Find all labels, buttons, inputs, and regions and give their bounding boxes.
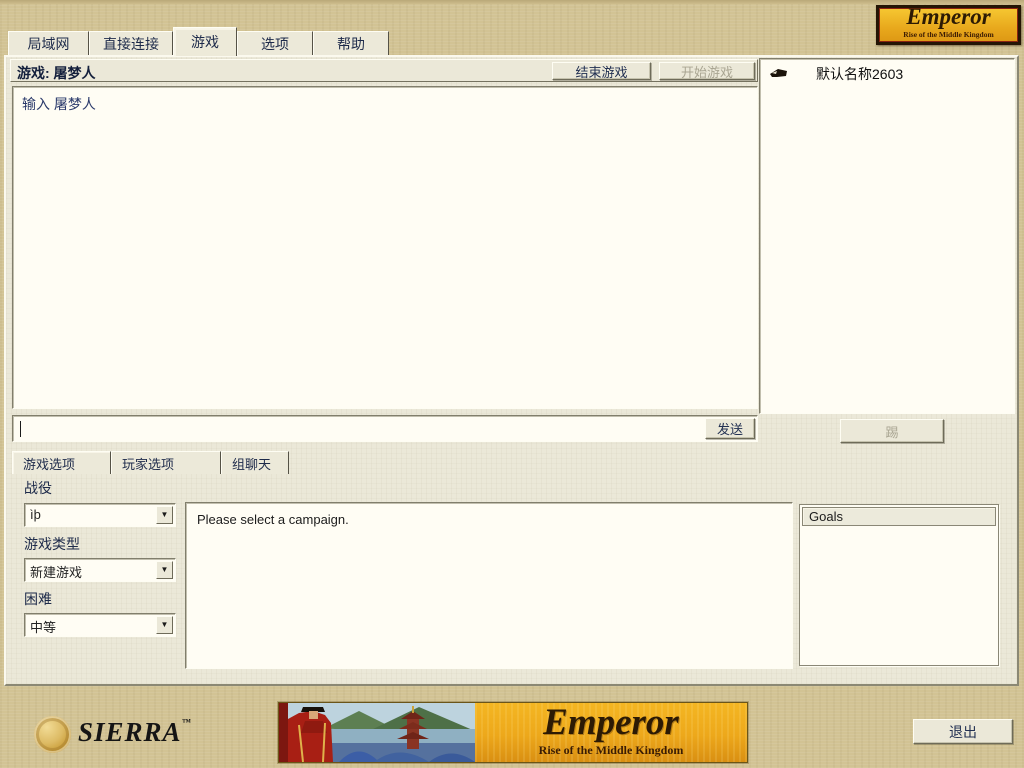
send-button-label: 发送 — [716, 422, 743, 437]
player-hand-icon — [770, 69, 787, 77]
sierra-seal-icon — [34, 716, 71, 753]
chat-input[interactable] — [12, 415, 758, 442]
campaign-description-text: Please select a campaign. — [197, 512, 349, 527]
sierra-logo: SIERRA™ — [30, 710, 280, 758]
subtab-group-chat-label: 组聊天 — [232, 456, 272, 472]
banner-scene-art — [279, 703, 475, 762]
difficulty-select-arrow[interactable]: ▼ — [156, 616, 173, 634]
subtab-game-options-label: 游戏选项 — [23, 456, 76, 472]
exit-button[interactable]: 退出 — [913, 719, 1013, 744]
goals-header: Goals — [802, 507, 996, 526]
end-game-button-label: 结束游戏 — [575, 64, 628, 80]
emperor-logo-subtitle: Rise of the Middle Kingdom — [903, 30, 994, 39]
goals-title: Goals — [809, 509, 843, 524]
player-row[interactable]: 默认名称2603 — [760, 63, 1014, 83]
tab-lan-label: 局域网 — [27, 35, 70, 52]
campaign-select-value: ìþ — [30, 507, 41, 522]
end-game-button[interactable]: 结束游戏 — [552, 62, 651, 80]
sierra-text: SIERRA — [78, 717, 182, 747]
subtab-player-options-label: 玩家选项 — [122, 456, 175, 472]
tab-game-label: 游戏 — [191, 34, 219, 50]
chat-log-line: 输入 屠梦人 — [22, 96, 96, 112]
tab-direct-connect[interactable]: 直接连接 — [89, 31, 173, 55]
game-lobby-panel: 游戏: 屠梦人 结束游戏 开始游戏 输入 屠梦人 默认名称2603 发送 踢 游… — [4, 55, 1019, 686]
campaign-description-box: Please select a campaign. — [185, 502, 793, 669]
campaign-select[interactable]: ìþ ▼ — [24, 503, 176, 527]
tab-direct-connect-label: 直接连接 — [103, 35, 159, 52]
kick-button[interactable]: 踢 — [840, 419, 944, 443]
subtab-game-options[interactable]: 游戏选项 — [12, 451, 111, 474]
game-header-bar: 游戏: 屠梦人 结束游戏 开始游戏 — [10, 59, 758, 82]
window-top-edge — [0, 0, 1024, 4]
chevron-down-icon: ▼ — [160, 565, 169, 574]
player-list: 默认名称2603 — [759, 58, 1015, 414]
subtab-player-options[interactable]: 玩家选项 — [111, 451, 221, 474]
start-game-button[interactable]: 开始游戏 — [659, 62, 755, 80]
chat-log: 输入 屠梦人 — [12, 86, 758, 409]
player-name: 默认名称2603 — [816, 66, 904, 82]
tab-game[interactable]: 游戏 — [173, 27, 237, 56]
banner-title: Emperor — [543, 702, 679, 743]
chevron-down-icon: ▼ — [160, 510, 169, 519]
game-type-select-arrow[interactable]: ▼ — [156, 561, 173, 579]
tab-lan[interactable]: 局域网 — [8, 31, 89, 55]
banner-subtitle: Rise of the Middle Kingdom — [538, 743, 684, 757]
text-caret — [20, 421, 21, 437]
exit-button-label: 退出 — [949, 723, 977, 740]
difficulty-select[interactable]: 中等 ▼ — [24, 613, 176, 637]
emperor-logo: Emperor Rise of the Middle Kingdom — [876, 4, 1021, 45]
campaign-select-arrow[interactable]: ▼ — [156, 506, 173, 524]
chevron-down-icon: ▼ — [160, 620, 169, 629]
tab-options[interactable]: 选项 — [237, 31, 313, 55]
send-button[interactable]: 发送 — [705, 418, 755, 439]
goals-body — [802, 528, 996, 663]
start-game-button-label: 开始游戏 — [680, 64, 733, 80]
tab-help[interactable]: 帮助 — [313, 31, 389, 55]
campaign-label: 战役 — [24, 480, 52, 496]
emperor-banner: Emperor Rise of the Middle Kingdom — [278, 702, 748, 763]
game-title: 游戏: 屠梦人 — [17, 65, 96, 81]
subtab-group-chat[interactable]: 组聊天 — [221, 451, 289, 474]
difficulty-label: 困难 — [24, 591, 52, 607]
game-type-select-value: 新建游戏 — [30, 565, 83, 580]
game-type-label: 游戏类型 — [24, 536, 80, 552]
tab-options-label: 选项 — [261, 35, 289, 52]
kick-button-label: 踢 — [885, 424, 899, 440]
difficulty-select-value: 中等 — [30, 620, 57, 635]
emperor-logo-title: Emperor — [906, 4, 991, 29]
sierra-wordmark: SIERRA™ — [78, 717, 192, 748]
tab-help-label: 帮助 — [337, 35, 365, 52]
sierra-trademark: ™ — [181, 717, 192, 727]
goals-panel: Goals — [799, 504, 999, 666]
banner-scene-image — [279, 703, 475, 762]
game-type-select[interactable]: 新建游戏 ▼ — [24, 558, 176, 582]
banner-title-area: Emperor Rise of the Middle Kingdom — [475, 703, 747, 762]
